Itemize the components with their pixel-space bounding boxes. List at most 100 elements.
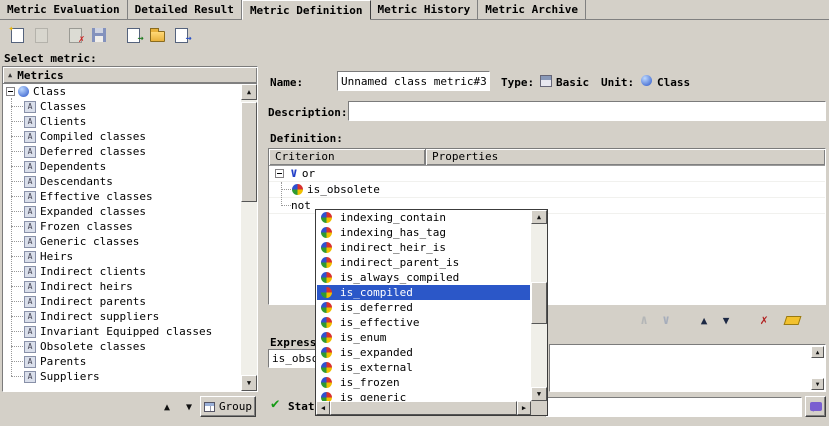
open-metric-folder-button[interactable] xyxy=(145,23,169,47)
criterion-icon xyxy=(321,332,332,343)
tree-item[interactable]: Invariant Equipped classes xyxy=(3,324,241,339)
dropdown-item[interactable]: indirect_parent_is xyxy=(317,255,530,270)
tree-item[interactable]: Indirect clients xyxy=(3,264,241,279)
collapse-icon[interactable] xyxy=(275,169,284,178)
criterion-column-header[interactable]: Criterion xyxy=(269,149,426,165)
description-input[interactable] xyxy=(348,101,826,121)
dropdown-item[interactable]: is_compiled xyxy=(317,285,530,300)
export-metric-button[interactable]: → xyxy=(169,23,193,47)
tree-item[interactable]: Expanded classes xyxy=(3,204,241,219)
dropdown-item[interactable]: indexing_has_tag xyxy=(317,225,530,240)
tree-item[interactable]: Dependents xyxy=(3,159,241,174)
move-criterion-up-button[interactable]: ▲ xyxy=(694,310,714,330)
scroll-up-icon[interactable]: ▲ xyxy=(811,346,824,358)
dropdown-item[interactable]: indirect_heir_is xyxy=(317,240,530,255)
criterion-icon xyxy=(321,227,332,238)
dropdown-vertical-scrollbar[interactable]: ▲ ▼ xyxy=(531,210,547,401)
metric-icon xyxy=(24,311,36,323)
scroll-left-icon[interactable]: ◀ xyxy=(316,401,330,415)
scroll-down-icon[interactable]: ▼ xyxy=(811,378,824,390)
insert-or-button[interactable]: ∨ xyxy=(656,310,676,330)
delete-criterion-button[interactable]: ✗ xyxy=(754,310,774,330)
dropdown-item[interactable]: is_effective xyxy=(317,315,530,330)
tree-item-label: Suppliers xyxy=(40,370,100,383)
name-input[interactable] xyxy=(337,71,490,91)
logical-or-icon: ∨ xyxy=(662,313,670,328)
dropdown-item[interactable]: is_external xyxy=(317,360,530,375)
insert-and-button[interactable]: ∧ xyxy=(634,310,654,330)
tree-item[interactable]: Descendants xyxy=(3,174,241,189)
copy-metric-button[interactable] xyxy=(29,23,53,47)
tree-item[interactable]: Frozen classes xyxy=(3,219,241,234)
tree-connector xyxy=(11,301,23,302)
tab[interactable]: Detailed Result xyxy=(128,0,242,19)
detail-text-box[interactable]: ▲ ▼ xyxy=(549,344,826,392)
group-button[interactable]: Group xyxy=(200,396,256,417)
scroll-down-icon[interactable]: ▼ xyxy=(241,375,257,391)
tree-item[interactable]: Parents xyxy=(3,354,241,369)
tree-item[interactable]: Classes xyxy=(3,99,241,114)
tab[interactable]: Metric Evaluation xyxy=(0,0,128,19)
dropdown-horizontal-scrollbar[interactable]: ◀ ▶ xyxy=(316,401,531,415)
save-metric-button[interactable] xyxy=(87,23,111,47)
tree-scrollbar[interactable]: ▲ ▼ xyxy=(241,84,257,391)
comment-button[interactable] xyxy=(805,396,826,417)
tree-item[interactable]: Indirect parents xyxy=(3,294,241,309)
metrics-column-header[interactable]: ▲ Metrics xyxy=(3,67,257,84)
dropdown-item[interactable]: is_expanded xyxy=(317,345,530,360)
tree-item[interactable]: Heirs xyxy=(3,249,241,264)
move-criterion-down-button[interactable]: ▼ xyxy=(716,310,736,330)
tree-item[interactable]: Suppliers xyxy=(3,369,241,384)
delete-metric-button[interactable]: ✗ xyxy=(63,23,87,47)
scroll-down-icon[interactable]: ▼ xyxy=(531,387,547,401)
criterion-icon xyxy=(321,377,332,388)
tree-item[interactable]: Clients xyxy=(3,114,241,129)
dropdown-item-label: indirect_parent_is xyxy=(340,256,459,269)
criterion-row-is-obsolete[interactable]: is_obsolete xyxy=(269,182,825,198)
criterion-table-header: Criterion Properties xyxy=(269,149,825,166)
dropdown-item[interactable]: is_generic xyxy=(317,390,530,401)
scrollbar-thumb[interactable] xyxy=(330,401,517,415)
properties-column-header[interactable]: Properties xyxy=(426,149,825,165)
status-detail-input[interactable] xyxy=(545,397,802,417)
metric-icon xyxy=(24,116,36,128)
tree-item[interactable]: Deferred classes xyxy=(3,144,241,159)
tree-item[interactable]: Obsolete classes xyxy=(3,339,241,354)
new-metric-button[interactable]: ✦ xyxy=(5,23,29,47)
move-down-button[interactable]: ▼ xyxy=(180,398,198,416)
criterion-row-or[interactable]: ∨ or xyxy=(269,166,825,182)
move-up-button[interactable]: ▲ xyxy=(158,398,176,416)
tree-connector xyxy=(11,256,23,257)
scroll-up-icon[interactable]: ▲ xyxy=(241,84,257,100)
scroll-right-icon[interactable]: ▶ xyxy=(517,401,531,415)
tab[interactable]: Metric Definition xyxy=(242,0,371,20)
clear-definition-button[interactable] xyxy=(782,310,802,330)
tab[interactable]: Metric Archive xyxy=(478,0,586,19)
scrollbar-thumb[interactable] xyxy=(531,282,547,324)
dropdown-item[interactable]: is_always_compiled xyxy=(317,270,530,285)
delete-metric-icon: ✗ xyxy=(69,28,82,43)
new-metric-icon: ✦ xyxy=(11,28,24,43)
scrollbar-thumb[interactable] xyxy=(241,102,257,202)
import-metric-button[interactable]: → xyxy=(121,23,145,47)
tab[interactable]: Metric History xyxy=(371,0,479,19)
tree-item[interactable]: Effective classes xyxy=(3,189,241,204)
dropdown-item[interactable]: is_frozen xyxy=(317,375,530,390)
dropdown-item[interactable]: is_enum xyxy=(317,330,530,345)
tree-connector xyxy=(11,271,23,272)
collapse-icon[interactable] xyxy=(6,87,15,96)
metric-icon xyxy=(24,191,36,203)
criterion-dropdown-popup: indexing_contain indexing_has_tag indire… xyxy=(315,209,548,416)
dropdown-item[interactable]: indexing_contain xyxy=(317,210,530,225)
scroll-up-icon[interactable]: ▲ xyxy=(531,210,547,224)
copy-metric-icon xyxy=(35,28,48,43)
dropdown-item-label: indirect_heir_is xyxy=(340,241,446,254)
tree-item[interactable]: Generic classes xyxy=(3,234,241,249)
tree-item[interactable]: Indirect suppliers xyxy=(3,309,241,324)
tree-item[interactable]: Compiled classes xyxy=(3,129,241,144)
tree-item-class-root[interactable]: Class xyxy=(3,84,241,99)
metric-icon xyxy=(24,101,36,113)
dropdown-item[interactable]: is_deferred xyxy=(317,300,530,315)
tree-item[interactable]: Indirect heirs xyxy=(3,279,241,294)
description-label: Description: xyxy=(268,106,347,119)
